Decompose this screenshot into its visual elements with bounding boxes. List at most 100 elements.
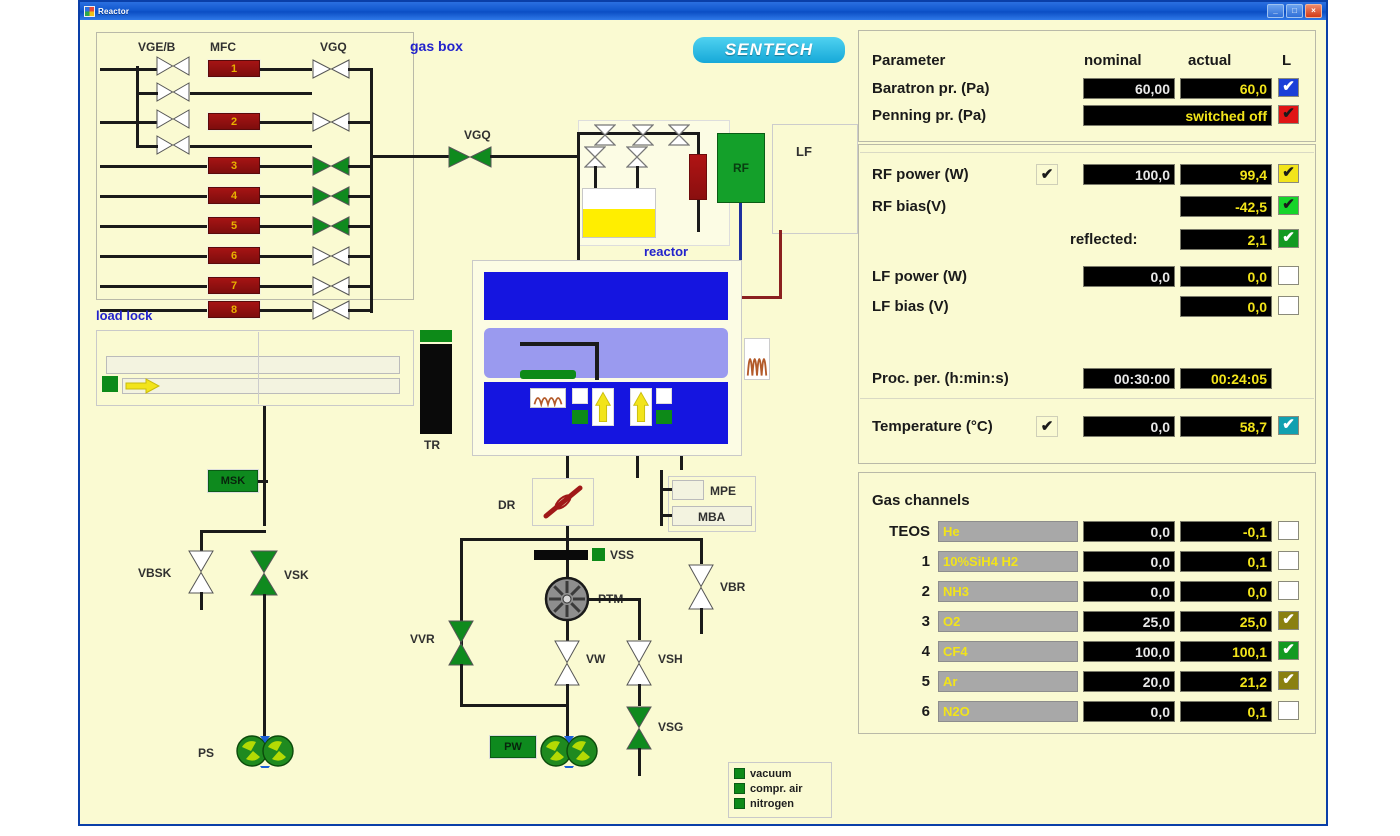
gas-actual-field[interactable]: 21,2 xyxy=(1180,671,1272,692)
gas-nominal-field[interactable]: 0,0 xyxy=(1083,581,1175,602)
power-lock-checkbox[interactable]: ✔ xyxy=(1278,196,1299,215)
gas-lock-checkbox[interactable] xyxy=(1278,581,1299,600)
gas-actual-field[interactable]: 0,1 xyxy=(1180,701,1272,722)
power-lock-checkbox[interactable]: ✔ xyxy=(1278,229,1299,248)
transfer-arm-arrow-icon[interactable] xyxy=(124,377,162,395)
gas-lock-checkbox[interactable] xyxy=(1278,701,1299,720)
lift-pin-right-icon[interactable] xyxy=(630,388,652,426)
mfc-5[interactable]: 5 xyxy=(208,217,260,234)
power-lock-checkbox[interactable] xyxy=(1278,266,1299,285)
gas-nominal-field[interactable]: 20,0 xyxy=(1083,671,1175,692)
temperature-nominal-field[interactable]: 0,0 xyxy=(1083,416,1175,437)
valve-reactor-top-2[interactable] xyxy=(632,124,654,146)
mfc-6[interactable]: 6 xyxy=(208,247,260,264)
valve-vvr[interactable] xyxy=(448,620,474,666)
msk-module[interactable]: MSK xyxy=(208,470,258,492)
gas-lock-checkbox[interactable] xyxy=(1278,551,1299,570)
valve-vge-2[interactable] xyxy=(156,82,190,102)
power-actual-field[interactable]: 0,0 xyxy=(1180,266,1272,287)
mfc-8[interactable]: 8 xyxy=(208,301,260,318)
gas-nominal-field[interactable]: 0,0 xyxy=(1083,701,1175,722)
valve-vw[interactable] xyxy=(554,640,580,686)
mfc-4[interactable]: 4 xyxy=(208,187,260,204)
gauge-vsg[interactable] xyxy=(626,706,652,750)
parameter-lock-checkbox[interactable]: ✔ xyxy=(1278,78,1299,97)
maximize-button[interactable]: □ xyxy=(1286,4,1303,18)
valve-reactor-mid-2[interactable] xyxy=(626,146,648,168)
valve-vge-3[interactable] xyxy=(156,109,190,129)
pw-pump[interactable] xyxy=(540,734,598,768)
power-actual-field[interactable]: 99,4 xyxy=(1180,164,1272,185)
mfc-1[interactable]: 1 xyxy=(208,60,260,77)
gas-nominal-field[interactable]: 25,0 xyxy=(1083,611,1175,632)
temperature-actual-field[interactable]: 58,7 xyxy=(1180,416,1272,437)
close-button[interactable]: × xyxy=(1305,4,1322,18)
pw-module[interactable]: PW xyxy=(490,736,536,758)
valve-vgq-1[interactable] xyxy=(312,59,350,79)
valve-vsh[interactable] xyxy=(626,640,652,686)
valve-vgq-5[interactable] xyxy=(312,216,350,236)
gas-nominal-field[interactable]: 0,0 xyxy=(1083,551,1175,572)
valve-vgq-7[interactable] xyxy=(312,276,350,296)
parameter-actual-field[interactable]: switched off xyxy=(1083,105,1272,126)
temperature-lock-checkbox[interactable]: ✔ xyxy=(1278,416,1299,435)
mfc-2[interactable]: 2 xyxy=(208,113,260,130)
gas-actual-field[interactable]: -0,1 xyxy=(1180,521,1272,542)
mfc-3[interactable]: 3 xyxy=(208,157,260,174)
gas-name-field[interactable]: O2 xyxy=(938,611,1078,632)
valve-vge-1[interactable] xyxy=(156,56,190,76)
gas-lock-checkbox[interactable]: ✔ xyxy=(1278,671,1299,690)
gas-lock-checkbox[interactable] xyxy=(1278,521,1299,540)
gas-name-field[interactable]: CF4 xyxy=(938,641,1078,662)
vss-gate-valve[interactable] xyxy=(534,550,588,560)
power-nominal-field[interactable]: 0,0 xyxy=(1083,266,1175,287)
ptm-turbo-pump[interactable] xyxy=(544,576,590,622)
power-actual-field[interactable]: 0,0 xyxy=(1180,296,1272,317)
temperature-enable-checkbox[interactable]: ✔ xyxy=(1036,416,1058,437)
parameter-lock-checkbox[interactable]: ✔ xyxy=(1278,105,1299,124)
parameter-nominal-field[interactable]: 60,00 xyxy=(1083,78,1175,99)
gas-lock-checkbox[interactable]: ✔ xyxy=(1278,641,1299,660)
gas-nominal-field[interactable]: 0,0 xyxy=(1083,521,1175,542)
valve-vgq-3[interactable] xyxy=(312,156,350,176)
power-lock-checkbox[interactable]: ✔ xyxy=(1278,164,1299,183)
throttle-blade-icon[interactable] xyxy=(538,482,588,522)
tr-transfer-column[interactable] xyxy=(420,344,452,434)
lift-pin-left-icon[interactable] xyxy=(592,388,614,426)
minimize-button[interactable]: _ xyxy=(1267,4,1284,18)
power-nominal-field[interactable]: 100,0 xyxy=(1083,164,1175,185)
valve-vgq-4[interactable] xyxy=(312,186,350,206)
valve-vgq-6[interactable] xyxy=(312,246,350,266)
gas-name-field[interactable]: Ar xyxy=(938,671,1078,692)
parameter-actual-field[interactable]: 60,0 xyxy=(1180,78,1272,99)
power-actual-field[interactable]: -42,5 xyxy=(1180,196,1272,217)
gas-actual-field[interactable]: 0,1 xyxy=(1180,551,1272,572)
valve-vgq-8[interactable] xyxy=(312,300,350,320)
gas-lock-checkbox[interactable]: ✔ xyxy=(1278,611,1299,630)
gas-name-field[interactable]: NH3 xyxy=(938,581,1078,602)
gas-name-field[interactable]: N2O xyxy=(938,701,1078,722)
process-period-nominal[interactable]: 00:30:00 xyxy=(1083,368,1175,389)
power-lock-checkbox[interactable] xyxy=(1278,296,1299,315)
valve-vsk[interactable] xyxy=(250,550,278,596)
gas-actual-field[interactable]: 0,0 xyxy=(1180,581,1272,602)
power-actual-field[interactable]: 2,1 xyxy=(1180,229,1272,250)
gas-nominal-field[interactable]: 100,0 xyxy=(1083,641,1175,662)
gas-actual-field[interactable]: 25,0 xyxy=(1180,611,1272,632)
valve-vbr[interactable] xyxy=(688,564,714,610)
power-enable-checkbox[interactable]: ✔ xyxy=(1036,164,1058,185)
process-period-actual[interactable]: 00:24:05 xyxy=(1180,368,1272,389)
rf-generator[interactable]: RF xyxy=(717,133,765,203)
gas-actual-field[interactable]: 100,1 xyxy=(1180,641,1272,662)
mfc-7[interactable]: 7 xyxy=(208,277,260,294)
valve-vbsk[interactable] xyxy=(188,550,214,594)
ps-pump[interactable] xyxy=(236,734,294,768)
valve-reactor-top-3[interactable] xyxy=(668,124,690,146)
valve-vgq-inline[interactable] xyxy=(448,146,492,168)
valve-vgq-2[interactable] xyxy=(312,112,350,132)
valve-vge-4[interactable] xyxy=(156,135,190,155)
valve-reactor-mid-1[interactable] xyxy=(584,146,606,168)
gas-name-field[interactable]: 10%SiH4 H2 xyxy=(938,551,1078,572)
gas-name-field[interactable]: He xyxy=(938,521,1078,542)
valve-reactor-top-1[interactable] xyxy=(594,124,616,146)
